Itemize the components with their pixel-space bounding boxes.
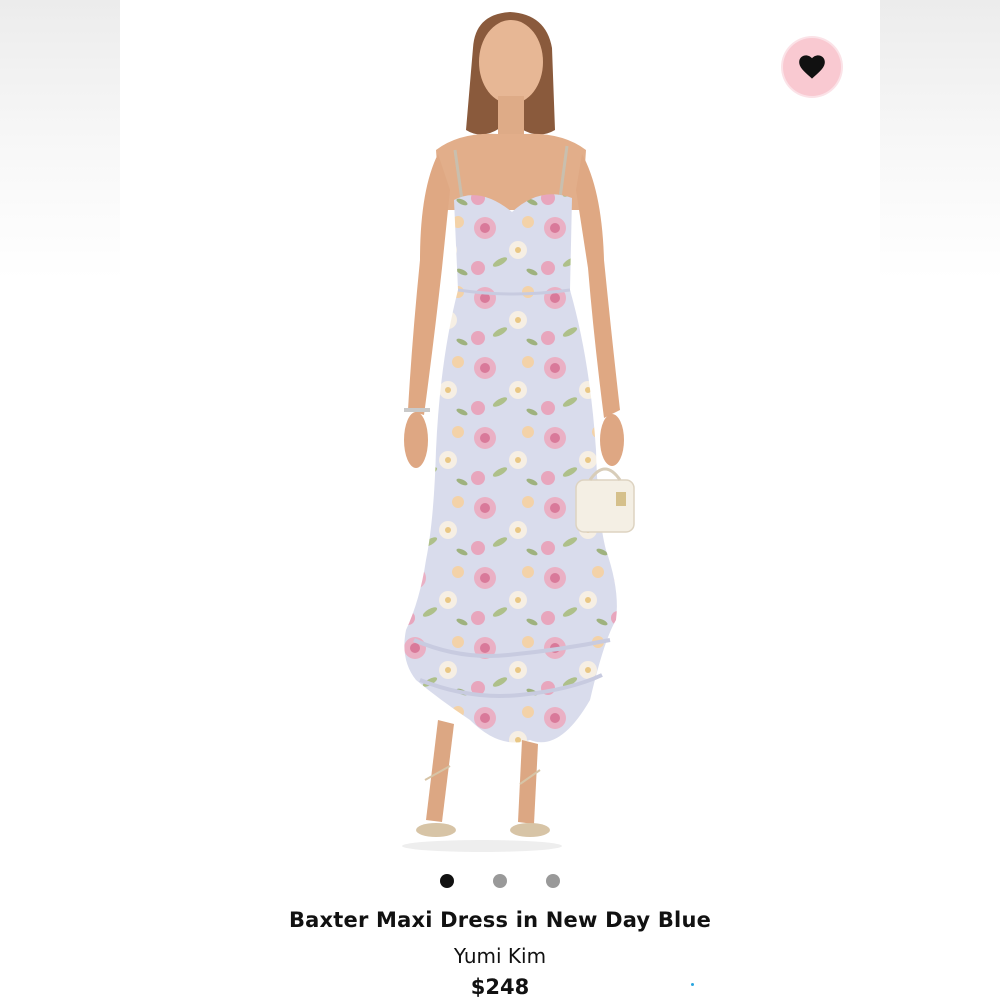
product-image[interactable] xyxy=(120,0,880,860)
product-page: Baxter Maxi Dress in New Day Blue Yumi K… xyxy=(0,0,1000,1000)
product-price: $248 xyxy=(470,975,530,999)
product-title[interactable]: Baxter Maxi Dress in New Day Blue xyxy=(120,908,880,932)
heart-icon xyxy=(799,55,825,79)
product-card: Baxter Maxi Dress in New Day Blue Yumi K… xyxy=(120,0,880,1000)
image-carousel-dots xyxy=(120,874,880,890)
right-margin xyxy=(880,0,1000,1000)
left-margin xyxy=(0,0,120,1000)
indicator-dot xyxy=(691,983,694,986)
carousel-dot-2[interactable] xyxy=(493,874,507,888)
favorite-button[interactable] xyxy=(783,38,841,96)
carousel-dot-1[interactable] xyxy=(440,874,454,888)
carousel-dot-3[interactable] xyxy=(546,874,560,888)
product-brand[interactable]: Yumi Kim xyxy=(120,944,880,968)
